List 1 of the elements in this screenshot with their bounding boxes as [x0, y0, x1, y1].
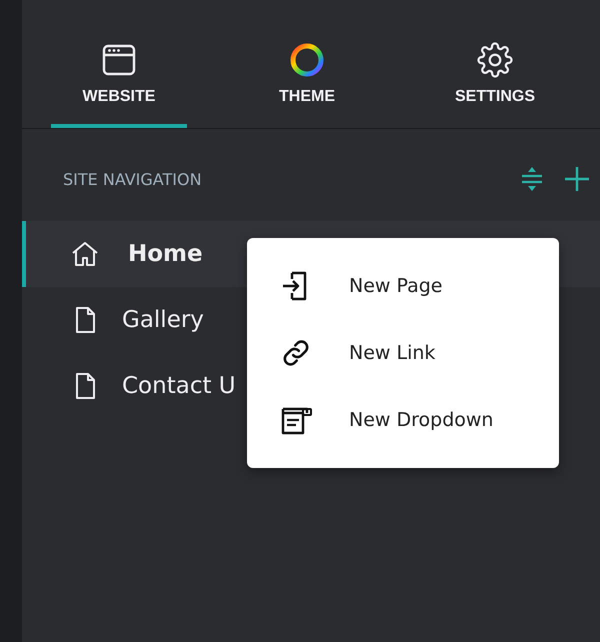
section-title: SITE NAVIGATION [63, 170, 203, 188]
